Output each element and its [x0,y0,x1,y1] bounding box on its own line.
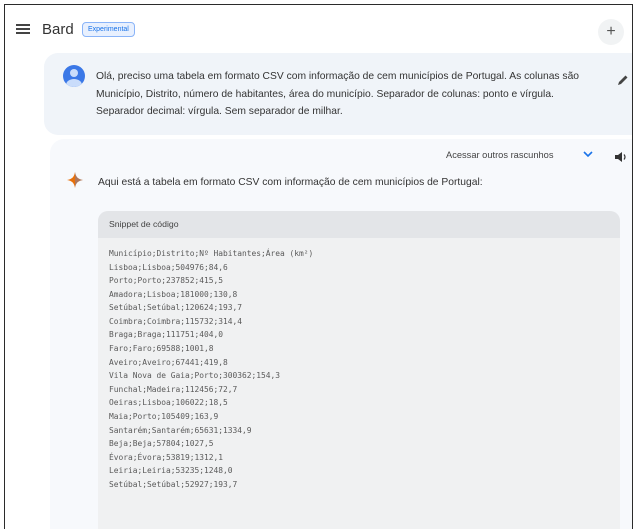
bard-response-card: Acessar outros rascunhos Aqui está a tab… [50,139,632,529]
pencil-icon[interactable] [616,73,630,87]
top-bar: Bard Experimental + [5,5,632,51]
code-line: Évora;Évora;53819;1312,1 [109,452,224,462]
code-line: Oeiras;Lisboa;106022;18,5 [109,398,228,408]
user-prompt-text: Olá, preciso uma tabela em formato CSV c… [96,71,580,117]
code-line: Vila Nova de Gaia;Porto;300362;154,3 [109,371,281,381]
code-line: Município;Distrito;Nº Habitantes;Área (k… [109,249,314,258]
code-line: Lisboa;Lisboa;504976;84,6 [109,262,228,272]
user-avatar-icon [63,65,85,87]
code-line: Funchal;Madeira;112456;72,7 [109,384,238,394]
speaker-icon[interactable] [614,151,628,163]
code-line: Beja;Beja;57804;1027,5 [109,439,214,449]
code-line: Santarém;Santarém;65631;1334,9 [109,425,252,435]
code-line: Aveiro;Aveiro;67441;419,8 [109,357,228,367]
plus-icon[interactable]: + [598,19,624,45]
bard-sparkle-icon [67,172,83,188]
chevron-down-icon[interactable] [581,147,595,161]
code-lines: Município;Distrito;Nº Habitantes;Área (k… [98,238,620,491]
code-snippet-title: Snippet de código [98,211,620,238]
code-snippet: Snippet de código Município;Distrito;Nº … [98,211,620,529]
code-line: Faro;Faro;69588;1001,8 [109,344,214,354]
code-line: Coimbra;Coimbra;115732;314,4 [109,316,243,326]
code-line: Porto;Porto;237852;415,5 [109,276,224,286]
view-other-drafts-button[interactable]: Acessar outros rascunhos [446,150,553,160]
response-intro-text: Aqui está a tabela em formato CSV com in… [98,177,483,188]
code-line: Setúbal;Setúbal;120624;193,7 [109,303,243,313]
user-prompt-card: Olá, preciso uma tabela em formato CSV c… [44,53,632,135]
app-title: Bard [42,21,74,38]
hamburger-menu-icon[interactable] [16,24,30,34]
code-line: Maia;Porto;105409;163,9 [109,411,219,421]
code-line: Amadora;Lisboa;181000;130,8 [109,289,238,299]
code-line: Setúbal;Setúbal;52927;193,7 [109,479,238,489]
code-line: Braga;Braga;111751;404,0 [109,330,224,340]
app-window: Bard Experimental + Olá, preciso uma tab… [4,4,633,529]
experimental-badge: Experimental [82,22,135,37]
code-line: Leiria;Leiria;53235;1248,0 [109,466,233,476]
